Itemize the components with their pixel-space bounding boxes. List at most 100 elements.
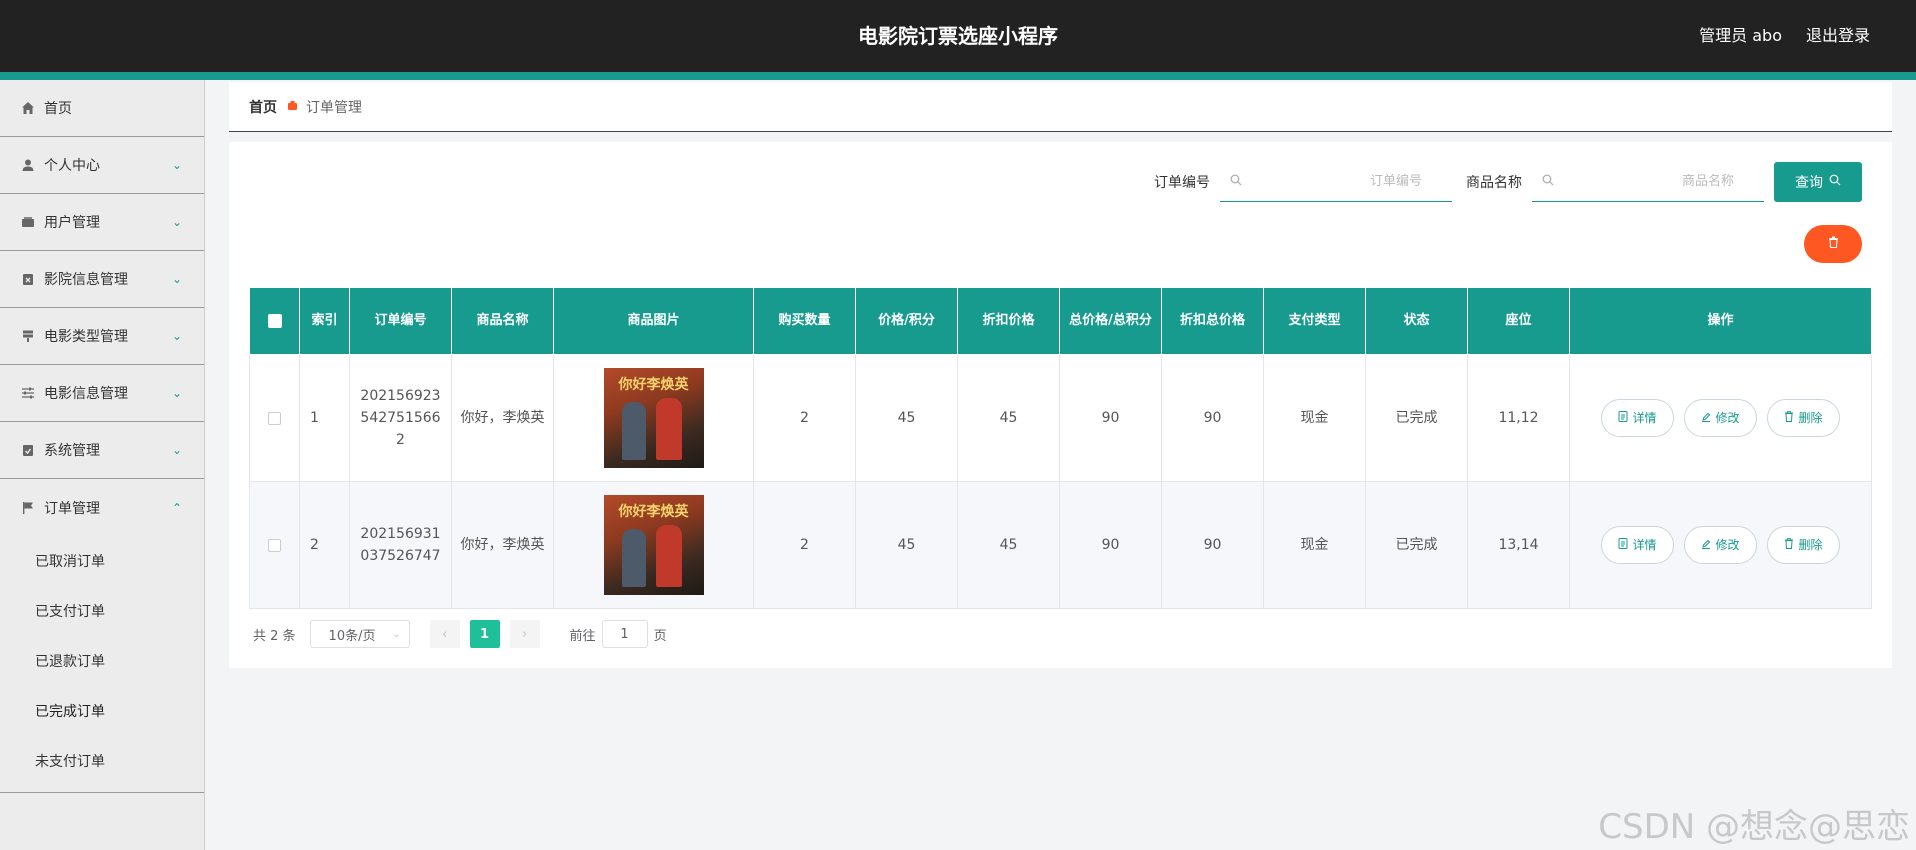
column-header: 操作 <box>1569 287 1872 355</box>
sidebar-item-label: 电影信息管理 <box>44 386 128 402</box>
breadcrumb-current: 订单管理 <box>306 99 362 116</box>
delete-button[interactable]: 删除 <box>1767 399 1840 437</box>
detail-button[interactable]: 详情 <box>1601 526 1674 564</box>
table-row: 1 2021569235427515662 你好，李焕英 你好李焕英 2 45 … <box>249 354 1872 482</box>
sidebar-item-orders[interactable]: 订单管理 ⌃ <box>0 479 204 536</box>
column-header: 折扣价格 <box>957 287 1060 355</box>
seat: 13,14 <box>1467 481 1570 609</box>
column-header: 索引 <box>299 287 350 355</box>
sidebar: 首页 个人中心 ⌄ 用户管理 ⌄ 影院信息管理 ⌄ 电影类型管理 ⌄ 电影信息管… <box>0 80 205 850</box>
order-number: 2021569235427515662 <box>349 354 452 482</box>
page-size-select[interactable]: 10条/页 ⌄ <box>309 620 410 648</box>
edit-button[interactable]: 修改 <box>1684 399 1757 437</box>
submenu-item-refunded[interactable]: 已退款订单 <box>0 636 204 686</box>
query-button-label: 查询 <box>1795 175 1823 191</box>
column-header: 状态 <box>1365 287 1468 355</box>
watermark: CSDN @想念@思恋 <box>1598 807 1910 847</box>
submenu-item-unpaid[interactable]: 未支付订单 <box>0 736 204 786</box>
column-header: 订单编号 <box>349 287 452 355</box>
chevron-down-icon: ⌄ <box>392 628 401 640</box>
select-all-cell <box>249 287 300 355</box>
product-image-cell: 你好李焕英 <box>553 354 754 482</box>
quantity: 2 <box>753 354 856 482</box>
user-icon <box>20 157 36 173</box>
sliders-icon <box>20 385 36 401</box>
sidebar-item-home[interactable]: 首页 <box>0 80 204 137</box>
prev-page-button[interactable]: ‹ <box>429 620 460 648</box>
product-name: 你好，李焕英 <box>451 481 554 609</box>
chevron-down-icon: ⌄ <box>171 329 182 343</box>
row-checkbox[interactable] <box>268 411 281 425</box>
movie-poster-image[interactable]: 你好李焕英 <box>603 368 704 468</box>
submenu-item-paid[interactable]: 已支付订单 <box>0 586 204 636</box>
goto-prefix: 前往 <box>569 628 596 644</box>
movie-poster-image[interactable]: 你好李焕英 <box>603 495 704 595</box>
sidebar-item-movie-type[interactable]: 电影类型管理 ⌄ <box>0 308 204 365</box>
column-header: 购买数量 <box>753 287 856 355</box>
total-count: 共 2 条 <box>253 628 296 644</box>
total-price: 90 <box>1059 354 1162 482</box>
chevron-down-icon: ⌄ <box>171 158 182 172</box>
poster-title: 你好李焕英 <box>618 504 689 520</box>
order-no-input[interactable] <box>1250 174 1442 189</box>
pencil-icon <box>1701 407 1711 429</box>
column-header: 商品名称 <box>451 287 554 355</box>
table-row: 2 202156931037526747 你好，李焕英 你好李焕英 2 45 4… <box>249 481 1872 609</box>
logout-link[interactable]: 退出登录 <box>1806 22 1870 46</box>
trash-icon <box>1784 407 1794 429</box>
sidebar-item-label: 影院信息管理 <box>44 272 128 288</box>
price: 45 <box>855 481 958 609</box>
header-user-area: 管理员 abo 退出登录 <box>1699 22 1870 46</box>
column-header: 支付类型 <box>1263 287 1366 355</box>
goto-page-input[interactable] <box>601 620 648 648</box>
sidebar-item-system[interactable]: 系统管理 ⌄ <box>0 422 204 479</box>
product-image-cell: 你好李焕英 <box>553 481 754 609</box>
payment-type: 现金 <box>1263 354 1366 482</box>
next-page-button[interactable]: › <box>509 620 540 648</box>
page-size-value: 10条/页 <box>328 628 376 644</box>
chevron-right-icon: › <box>521 626 528 642</box>
sidebar-item-label: 用户管理 <box>44 215 100 231</box>
sidebar-item-movie-info[interactable]: 电影信息管理 ⌄ <box>0 365 204 422</box>
submenu-item-completed[interactable]: 已完成订单 <box>0 686 204 736</box>
product-name: 你好，李焕英 <box>451 354 554 482</box>
submenu-item-cancelled[interactable]: 已取消订单 <box>0 536 204 586</box>
column-header: 折扣总价格 <box>1161 287 1264 355</box>
query-button[interactable]: 查询 <box>1774 162 1862 202</box>
chevron-down-icon: ⌄ <box>171 443 182 457</box>
search-icon <box>1230 174 1242 190</box>
admin-user-label[interactable]: 管理员 abo <box>1699 22 1782 46</box>
column-header: 商品图片 <box>553 287 754 355</box>
quantity: 2 <box>753 481 856 609</box>
sidebar-item-cinema[interactable]: 影院信息管理 ⌄ <box>0 251 204 308</box>
document-icon <box>1618 534 1628 556</box>
app-title: 电影院订票选座小程序 <box>858 24 1058 48</box>
detail-button-label: 详情 <box>1632 411 1657 425</box>
edit-button[interactable]: 修改 <box>1684 526 1757 564</box>
row-index: 1 <box>299 354 350 482</box>
delete-button[interactable]: 删除 <box>1767 526 1840 564</box>
product-name-field-wrap <box>1532 162 1764 202</box>
detail-button[interactable]: 详情 <box>1601 399 1674 437</box>
discount-total: 90 <box>1161 481 1264 609</box>
sidebar-item-label: 首页 <box>44 101 72 117</box>
product-name-input[interactable] <box>1562 174 1754 189</box>
poster-title: 你好李焕英 <box>618 377 689 393</box>
sidebar-item-users[interactable]: 用户管理 ⌄ <box>0 194 204 251</box>
edit-button-label: 修改 <box>1715 538 1740 552</box>
row-checkbox[interactable] <box>268 538 281 552</box>
sidebar-item-profile[interactable]: 个人中心 ⌄ <box>0 137 204 194</box>
pagination: 共 2 条 10条/页 ⌄ ‹ 1 › 前往 页 <box>253 620 667 648</box>
payment-type: 现金 <box>1263 481 1366 609</box>
batch-delete-button[interactable] <box>1804 225 1862 263</box>
order-no-field-wrap <box>1220 162 1452 202</box>
trash-icon <box>1828 236 1839 252</box>
product-name-label: 商品名称 <box>1466 175 1522 191</box>
select-all-checkbox[interactable] <box>267 313 282 328</box>
chevron-up-icon: ⌃ <box>171 500 182 515</box>
flag-icon <box>20 500 36 516</box>
row-select-cell <box>249 481 300 609</box>
header-accent-line <box>0 72 1916 80</box>
breadcrumb-home[interactable]: 首页 <box>249 97 277 117</box>
page-number-button[interactable]: 1 <box>469 620 500 648</box>
